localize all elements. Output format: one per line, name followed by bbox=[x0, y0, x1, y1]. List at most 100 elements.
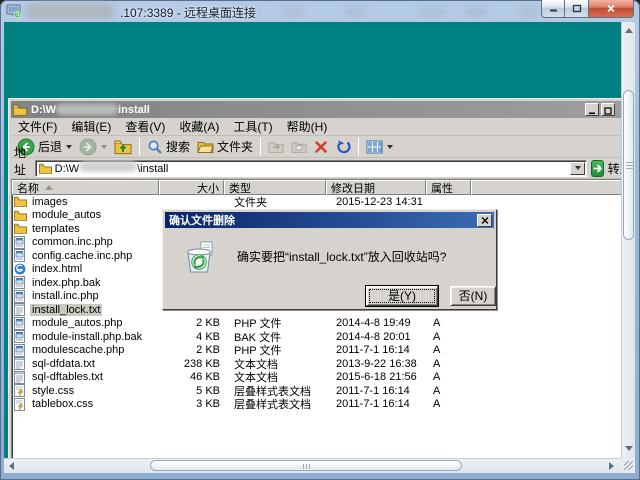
file-date: 2014-4-8 19:49 bbox=[326, 317, 426, 329]
scroll-right-icon[interactable] bbox=[609, 462, 614, 470]
php-icon bbox=[14, 317, 27, 330]
file-attr: A bbox=[426, 331, 471, 343]
maximize-icon bbox=[572, 4, 582, 13]
chevron-down-icon bbox=[66, 145, 72, 149]
folders-icon bbox=[197, 139, 214, 154]
file-row[interactable]: tablebox.css3 KB层叠样式表文档2011-7-1 16:14A bbox=[12, 398, 621, 412]
search-button[interactable]: 搜索 bbox=[144, 137, 193, 156]
rdp-window-title: .107:3389 - 远程桌面连接 bbox=[120, 4, 256, 21]
address-bar: 地址(D) D:\W\install 转到 bbox=[11, 158, 621, 179]
go-button[interactable] bbox=[591, 160, 604, 177]
file-name: module-install.php.bak bbox=[30, 331, 144, 343]
column-header-1[interactable]: 大小 bbox=[159, 180, 224, 195]
maximize-icon bbox=[604, 107, 612, 115]
address-input[interactable]: D:\W\install bbox=[35, 160, 587, 177]
dialog-message: 确实要把“install_lock.txt”放入回收站吗? bbox=[237, 248, 487, 265]
file-attr: A bbox=[426, 371, 471, 383]
move-to-icon bbox=[268, 140, 284, 154]
file-name: common.inc.php bbox=[30, 236, 115, 248]
column-header-filler bbox=[471, 180, 621, 195]
txt-icon bbox=[14, 303, 27, 316]
toolbar-separator bbox=[358, 138, 359, 156]
file-name: index.php.bak bbox=[30, 277, 103, 289]
file-date: 2015-6-18 21:56 bbox=[326, 371, 426, 383]
toolbar-separator bbox=[139, 138, 140, 156]
explorer-maximize-button[interactable] bbox=[601, 103, 615, 116]
file-date: 2015-12-23 14:31 bbox=[326, 196, 426, 208]
undo-button[interactable] bbox=[332, 138, 354, 155]
rdp-horizontal-scrollbar[interactable] bbox=[4, 458, 621, 473]
menu-item-0[interactable]: 文件(F) bbox=[11, 117, 64, 136]
redaction-blur bbox=[56, 104, 118, 115]
confirm-delete-dialog: 确认文件删除 确实要把“install_lock.txt”放入回 bbox=[162, 209, 497, 310]
file-name: module_autos.php bbox=[30, 317, 125, 329]
close-button[interactable] bbox=[589, 0, 634, 18]
close-icon bbox=[606, 4, 616, 13]
up-button[interactable] bbox=[111, 138, 135, 156]
explorer-titlebar[interactable]: D:\Winstall bbox=[11, 101, 621, 118]
folders-button[interactable]: 文件夹 bbox=[194, 137, 256, 156]
explorer-menubar: 文件(F)编辑(E)查看(V)收藏(A)工具(T)帮助(H) bbox=[11, 118, 621, 136]
dialog-close-button[interactable] bbox=[477, 214, 492, 227]
dialog-titlebar[interactable]: 确认文件删除 bbox=[165, 212, 494, 228]
scroll-down-icon[interactable] bbox=[625, 446, 633, 451]
file-name: templates bbox=[30, 223, 82, 235]
dialog-title: 确认文件删除 bbox=[169, 212, 235, 228]
menu-item-1[interactable]: 编辑(E) bbox=[64, 117, 118, 136]
forward-button[interactable] bbox=[76, 137, 110, 157]
no-button[interactable]: 否(N) bbox=[450, 286, 496, 306]
maximize-button[interactable] bbox=[565, 0, 589, 18]
folder-icon bbox=[14, 195, 27, 208]
horizontal-scroll-thumb[interactable] bbox=[150, 460, 462, 471]
delete-button[interactable] bbox=[311, 139, 331, 155]
recycle-bin-icon bbox=[181, 240, 217, 276]
rdp-vertical-scrollbar[interactable] bbox=[621, 22, 635, 458]
undo-icon bbox=[335, 139, 351, 154]
file-date: 2011-7-1 16:14 bbox=[326, 398, 426, 410]
explorer-title: D:\Winstall bbox=[31, 104, 150, 116]
chevron-down-icon bbox=[387, 145, 393, 149]
yes-button[interactable]: 是(Y) bbox=[366, 286, 438, 306]
column-header-2[interactable]: 类型 bbox=[224, 180, 326, 195]
address-value: D:\W\install bbox=[55, 161, 169, 175]
copy-to-button[interactable] bbox=[288, 139, 310, 155]
scroll-left-icon[interactable] bbox=[9, 462, 14, 470]
menu-item-5[interactable]: 帮助(H) bbox=[280, 117, 335, 136]
file-name: config.cache.inc.php bbox=[30, 250, 134, 262]
views-button[interactable] bbox=[363, 139, 396, 155]
menu-item-3[interactable]: 收藏(A) bbox=[172, 117, 226, 136]
search-label: 搜索 bbox=[166, 138, 190, 155]
move-to-button[interactable] bbox=[265, 139, 287, 155]
file-size: 2 KB bbox=[159, 317, 224, 329]
file-attr: A bbox=[426, 358, 471, 370]
menu-item-2[interactable]: 查看(V) bbox=[118, 117, 172, 136]
vertical-scroll-thumb[interactable] bbox=[623, 90, 634, 240]
resize-grip[interactable] bbox=[624, 461, 633, 470]
file-name: style.css bbox=[30, 385, 76, 397]
file-date: 2011-7-1 16:14 bbox=[326, 344, 426, 356]
minimize-icon bbox=[549, 4, 558, 13]
column-header-3[interactable]: 修改日期 bbox=[326, 180, 426, 195]
column-header-0[interactable]: 名称 bbox=[12, 180, 159, 195]
rdp-titlebar[interactable]: .107:3389 - 远程桌面连接 bbox=[0, 0, 640, 22]
column-header-4[interactable]: 属性 bbox=[426, 180, 471, 195]
menu-item-4[interactable]: 工具(T) bbox=[226, 117, 279, 136]
rdp-window: .107:3389 - 远程桌面连接 D:\Winstall bbox=[0, 0, 640, 480]
txt-icon bbox=[14, 357, 27, 370]
delete-x-icon bbox=[314, 140, 328, 154]
php-icon bbox=[14, 290, 27, 303]
file-attr: A bbox=[426, 344, 471, 356]
file-size: 3 KB bbox=[159, 398, 224, 410]
go-label: 转到 bbox=[608, 160, 621, 177]
address-dropdown-button[interactable] bbox=[570, 162, 585, 175]
file-size: 4 KB bbox=[159, 331, 224, 343]
minimize-button[interactable] bbox=[541, 0, 565, 18]
file-name: install.inc.php bbox=[30, 290, 101, 302]
toolbar-separator bbox=[260, 138, 261, 156]
php-icon bbox=[14, 344, 27, 357]
txt-icon bbox=[14, 371, 27, 384]
file-attr: A bbox=[426, 385, 471, 397]
explorer-minimize-button[interactable] bbox=[585, 103, 599, 116]
chevron-down-icon bbox=[101, 145, 107, 149]
scroll-up-icon[interactable] bbox=[625, 28, 633, 33]
